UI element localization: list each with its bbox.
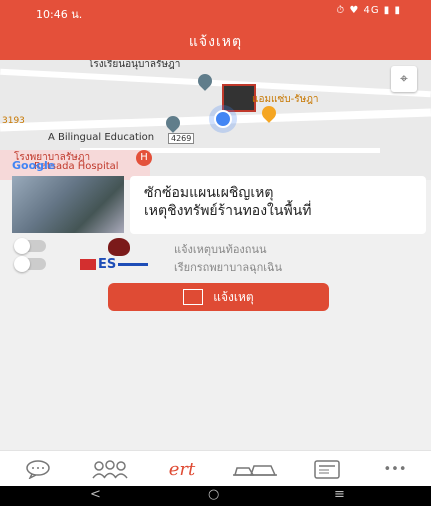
option-ambulance: ES เรียกรถพยาบาลฉุกเฉิน <box>14 256 316 274</box>
option-road-incident: แจ้งเหตุบนท้องถนน <box>14 238 316 256</box>
more-icon: ••• <box>383 461 407 477</box>
incident-marker-icon[interactable] <box>222 84 256 112</box>
road-incident-toggle[interactable] <box>14 238 46 254</box>
nav-alert[interactable]: ert <box>156 457 208 481</box>
hospital-pin-icon[interactable]: H <box>136 150 152 166</box>
news-text-card: ซักซ้อมแผนเผชิญเหตุ เหตุชิงทรัพย์ร้านทอง… <box>130 176 426 234</box>
newspaper-icon <box>314 460 340 479</box>
news-headline-line2: เหตุชิงทรัพย์ร้านทองในพื้นที่ <box>144 203 312 219</box>
crosshair-icon: ⌖ <box>400 71 408 87</box>
status-bar: 10:46 น. ⏱ ♥ 4G ▮ ▮ <box>0 0 431 24</box>
status-indicators: ⏱ ♥ 4G ▮ ▮ <box>336 5 401 16</box>
report-incident-button[interactable]: แจ้งเหตุ <box>108 283 329 311</box>
nav-people[interactable] <box>90 457 130 481</box>
nav-vehicles[interactable] <box>232 457 278 481</box>
status-time: 10:46 น. <box>36 8 83 21</box>
people-icon <box>92 460 128 479</box>
map-view[interactable]: โรงเรียนอนุบาลรัษฎา แอมแซ่บ-รัษฎา 3193 A… <box>0 60 431 180</box>
school-pin-icon[interactable] <box>195 71 215 91</box>
system-recents-button[interactable]: ≡ <box>334 487 345 502</box>
current-location-icon <box>214 110 232 128</box>
system-back-button[interactable]: < <box>90 487 101 502</box>
news-card[interactable]: ซักซ้อมแผนเผชิญเหตุ เหตุชิงทรัพย์ร้านทอง… <box>12 176 426 234</box>
ees-wave <box>118 262 149 266</box>
map-label-bilingual: A Bilingual Education <box>48 132 155 143</box>
google-logo: Google <box>12 159 56 172</box>
report-form-icon <box>183 289 204 305</box>
locate-me-button[interactable]: ⌖ <box>391 66 417 92</box>
ees-red-block <box>80 258 96 270</box>
report-button-label: แจ้งเหตุ <box>213 289 254 304</box>
nav-more[interactable]: ••• <box>380 457 410 481</box>
map-road <box>0 68 431 98</box>
chat-bubble-icon <box>26 460 50 479</box>
map-label-school: โรงเรียนอนุบาลรัษฎา <box>88 60 181 70</box>
system-home-button[interactable]: ○ <box>208 487 219 502</box>
system-navigation-bar: < ○ ≡ <box>0 486 431 506</box>
bottom-navigation: ert ••• <box>0 450 431 487</box>
option-ambulance-label: เรียกรถพยาบาลฉุกเฉิน <box>174 261 283 274</box>
ambulance-toggle[interactable] <box>14 256 46 272</box>
vehicles-icon <box>233 465 277 476</box>
police-shield-icon <box>108 238 130 256</box>
page-title: แจ้งเหตุ <box>0 24 431 60</box>
bilingual-pin-icon[interactable] <box>163 113 183 133</box>
map-label-restaurant: แอมแซ่บ-รัษฎา <box>252 94 319 105</box>
nav-chat[interactable] <box>24 457 52 481</box>
map-label-route: 3193 <box>2 116 25 126</box>
ees-logo: ES <box>80 256 158 272</box>
nav-news[interactable] <box>312 457 342 481</box>
news-thumbnail <box>12 176 124 233</box>
map-label-road-number: 4269 <box>168 133 195 144</box>
alert-brand-icon: ert <box>168 458 196 480</box>
